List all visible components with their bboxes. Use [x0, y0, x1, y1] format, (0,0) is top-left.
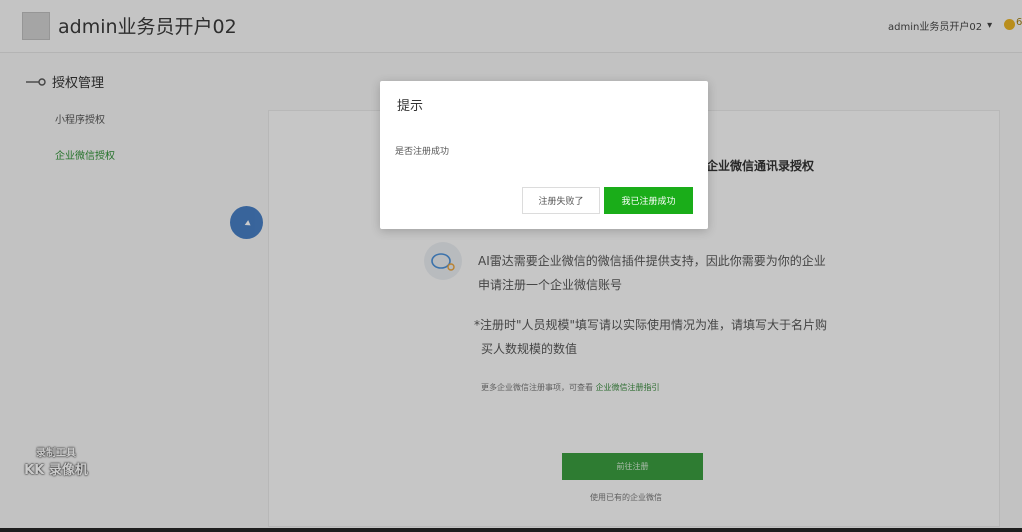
confirm-dialog: 提示 是否注册成功 注册失败了 我已注册成功 — [380, 81, 708, 229]
dialog-title: 提示 — [397, 99, 424, 114]
bottom-bar — [0, 528, 1022, 532]
modal-overlay[interactable] — [0, 0, 1022, 532]
register-failed-button[interactable]: 注册失败了 — [522, 187, 600, 214]
dialog-message: 是否注册成功 — [395, 147, 450, 157]
register-success-button[interactable]: 我已注册成功 — [604, 187, 693, 214]
